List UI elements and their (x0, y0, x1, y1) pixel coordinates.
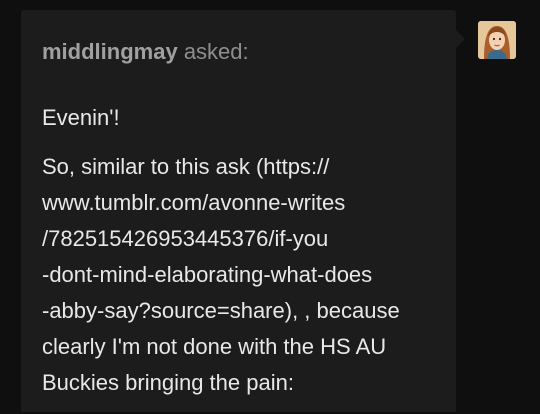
ask-question: So, similar to this ask (https:// www.tu… (42, 149, 447, 401)
ask-line: -abby-say?source=share), , because (42, 298, 400, 323)
ask-line: /782515426953445376/if-you (42, 226, 329, 251)
ask-header: middlingmay asked: (42, 36, 249, 68)
ask-body: Evenin'! So, similar to this ask (https:… (42, 100, 447, 414)
ask-line: www.tumblr.com/avonne-writes (42, 190, 346, 215)
ask-line: clearly I'm not done with the HS AU (42, 334, 387, 359)
ask-greeting: Evenin'! (42, 105, 120, 130)
ask-line: -dont-mind-elaborating-what-does (42, 262, 373, 287)
ask-line: Buckies bringing the pain: (42, 370, 294, 395)
ask-card: middlingmay asked: Evenin'! So, similar … (21, 10, 456, 412)
portrait-avatar-icon[interactable] (478, 21, 516, 59)
asked-label: asked: (183, 39, 249, 64)
ask-line: So, similar to this ask (https:// (42, 154, 330, 179)
asker-username[interactable]: middlingmay (42, 39, 178, 64)
ask-bubble-pointer (456, 30, 465, 48)
